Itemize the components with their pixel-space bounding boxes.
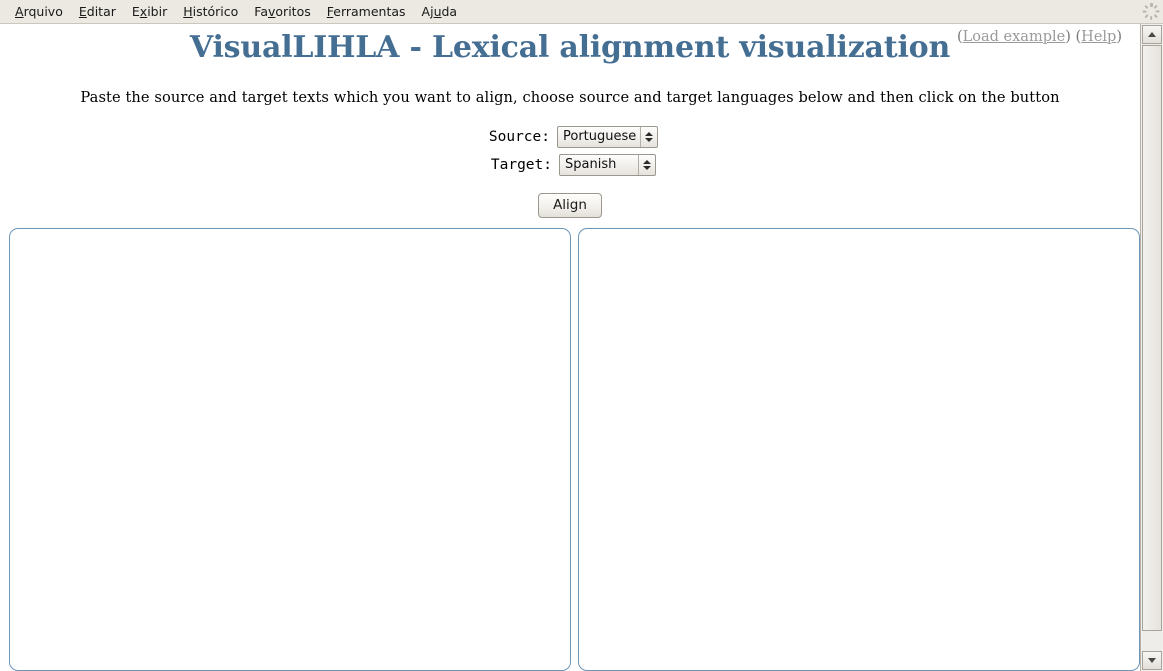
page-vertical-scrollbar[interactable] (1140, 24, 1163, 671)
source-language-select[interactable]: Portuguese (557, 125, 658, 148)
header-row: VisualLIHLA - Lexical alignment visualiz… (0, 25, 1140, 67)
scroll-up-arrow-icon[interactable] (1142, 25, 1162, 44)
align-button[interactable]: Align (538, 193, 602, 218)
browser-menu-bar: Arquivo Editar Exibir Histórico Favoritos Fer… (0, 0, 1140, 24)
target-text-input[interactable] (578, 228, 1140, 671)
source-label: Source: (488, 128, 550, 145)
scroll-down-arrow-icon[interactable] (1142, 651, 1162, 670)
menu-mnemonic: u (433, 3, 442, 19)
source-language-value: Portuguese (563, 129, 637, 144)
menu-arquivo[interactable]: Arquivo (7, 3, 71, 21)
menu-mnemonic: F (326, 3, 334, 19)
page-content: VisualLIHLA - Lexical alignment visualiz… (0, 25, 1140, 671)
target-label: Target: (490, 156, 552, 173)
menu-editar[interactable]: Editar (71, 3, 124, 21)
menu-favoritos[interactable]: Favoritos (246, 3, 318, 21)
scrollbar-thumb[interactable] (1142, 45, 1162, 631)
spinner-glyph (1142, 3, 1160, 20)
chevron-up-icon (645, 131, 653, 136)
loading-spinner-icon (1140, 0, 1163, 24)
chevron-down-icon (645, 137, 653, 142)
chevron-updown-icon (638, 154, 655, 175)
chevron-updown-icon (640, 126, 657, 147)
language-form: Source: Portuguese Target: Spanish Align (0, 124, 1140, 218)
menu-mnemonic: A (15, 3, 24, 19)
menu-mnemonic: x (139, 3, 148, 19)
menu-exibir[interactable]: Exibir (124, 3, 175, 21)
menu-mnemonic: H (183, 3, 193, 19)
chevron-down-icon (643, 165, 651, 170)
menu-mnemonic: v (268, 3, 276, 19)
source-text-input[interactable] (9, 228, 571, 671)
header-links: (Load example) (Help) (957, 29, 1122, 45)
instructions-text: Paste the source and target texts which … (80, 89, 1060, 106)
target-language-row: Target: Spanish (0, 152, 1140, 177)
source-language-row: Source: Portuguese (0, 124, 1140, 149)
menu-mnemonic: E (78, 3, 87, 19)
scroll-up-arrow-glyph (1148, 32, 1156, 37)
menu-ajuda[interactable]: Ajuda (414, 3, 466, 21)
target-language-select[interactable]: Spanish (559, 153, 656, 176)
help-close-paren: ) (1116, 29, 1122, 45)
scroll-down-arrow-glyph (1148, 658, 1156, 663)
chevron-up-icon (643, 159, 651, 164)
menu-ferramentas[interactable]: Ferramentas (319, 3, 414, 21)
menu-historico[interactable]: Histórico (175, 3, 246, 21)
target-language-value: Spanish (565, 157, 617, 172)
load-example-link[interactable]: Load example (963, 29, 1066, 45)
text-editors (0, 228, 1140, 671)
help-link[interactable]: Help (1081, 29, 1116, 45)
align-button-wrap: Align (0, 193, 1140, 218)
